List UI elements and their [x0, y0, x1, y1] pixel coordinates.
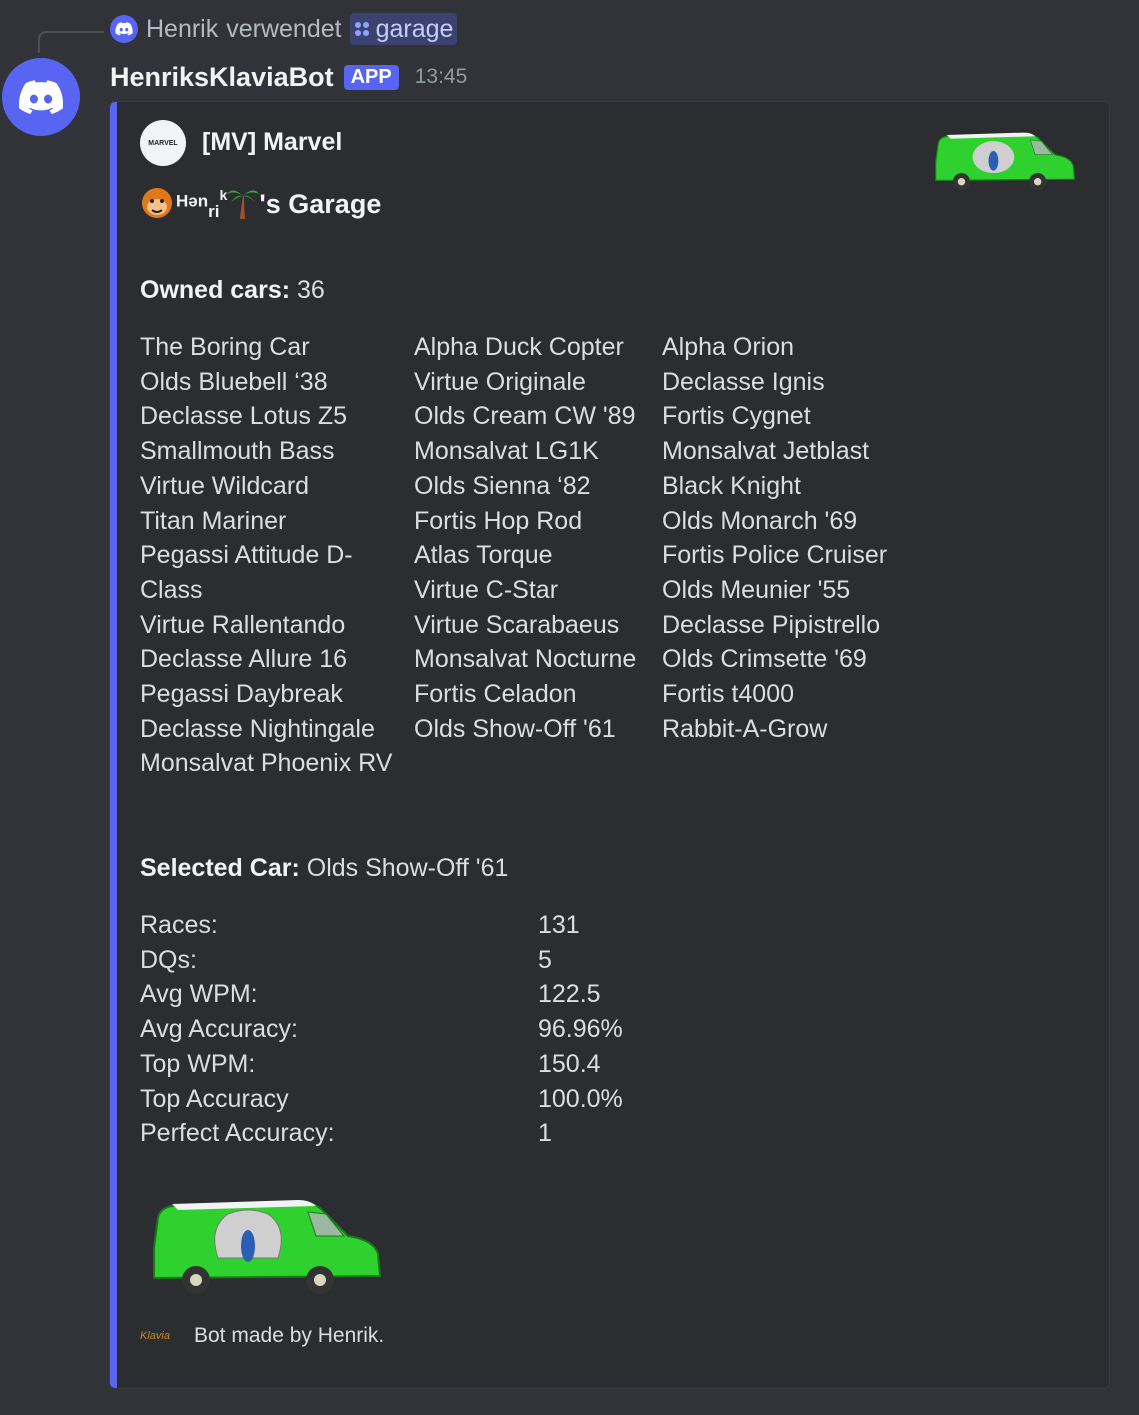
- garage-embed: MARVEL [MV] Marvel Hənrik 's Garage Owne…: [109, 101, 1110, 1389]
- van-car-image[interactable]: [148, 1188, 384, 1298]
- slash-command-chip[interactable]: garage: [349, 13, 458, 45]
- list-item: Declasse Allure 16: [140, 645, 348, 674]
- list-item: Olds Meunier '55: [662, 575, 851, 604]
- title-sup: k: [219, 188, 228, 205]
- embed-author: [MV] Marvel: [202, 128, 343, 156]
- footer-text: Bot made by Henrik.: [194, 1324, 385, 1347]
- stat-label: DQs:: [140, 945, 197, 974]
- stat-value: 96.96%: [538, 1015, 623, 1044]
- stat-row: Races: 131: [140, 908, 623, 943]
- selected-car-line: Selected Car: Olds Show-Off '61: [140, 854, 508, 883]
- list-item: Fortis Police Cruiser: [662, 541, 888, 570]
- stat-label: Top WPM:: [140, 1049, 256, 1078]
- list-item: Fortis Hop Rod: [414, 506, 583, 535]
- title-prefix: Hən: [176, 192, 209, 211]
- stat-label: Top Accuracy: [140, 1084, 289, 1113]
- list-item: Declasse Nightingale: [140, 714, 375, 743]
- car-column-3: Alpha Orion Declasse Ignis Fortis Cygnet…: [662, 330, 922, 781]
- list-item: Monsalvat Nocturne: [414, 645, 637, 674]
- reply-verb: verwendet: [226, 14, 342, 43]
- stat-value: 5: [538, 945, 552, 974]
- author-icon: MARVEL: [140, 120, 186, 166]
- app-command-icon: [354, 22, 369, 36]
- list-item: Atlas Torque: [414, 541, 553, 570]
- discord-icon[interactable]: [110, 15, 138, 43]
- stat-value: 122.5: [538, 980, 601, 1009]
- list-item: Fortis Cygnet: [662, 402, 811, 431]
- stat-value: 100.0%: [538, 1084, 623, 1113]
- list-item: Olds Show-Off '61: [414, 714, 616, 743]
- embed-color-bar: [110, 102, 117, 1388]
- list-item: Virtue Rallentando: [140, 610, 346, 639]
- list-item: Alpha Orion: [662, 333, 795, 361]
- command-name: garage: [375, 14, 454, 43]
- stat-row: Perfect Accuracy: 1: [140, 1116, 623, 1151]
- car-column-2: Alpha Duck Copter Virtue Originale Olds …: [414, 330, 662, 781]
- list-item: Pegassi Attitude D-Class: [140, 541, 353, 604]
- selected-car-name: Olds Show-Off '61: [306, 854, 509, 882]
- list-item: Titan Mariner: [140, 506, 287, 535]
- owned-label: Owned cars:: [140, 276, 291, 304]
- owned-count: 36: [297, 276, 325, 304]
- stat-value: 1: [538, 1119, 552, 1148]
- message-header: HenriksKlaviaBot APP 13:45: [110, 58, 467, 96]
- stat-row: Top WPM: 150.4: [140, 1047, 623, 1082]
- car-list: The Boring Car Olds Bluebell ‘38 Declass…: [140, 330, 922, 781]
- list-item: Monsalvat Phoenix RV: [140, 749, 393, 778]
- van-thumbnail-image[interactable]: [932, 124, 1077, 194]
- list-item: Smallmouth Bass: [140, 437, 335, 466]
- list-item: Olds Crimsette '69: [662, 645, 867, 674]
- title-fancy-name: Hənrik: [176, 188, 228, 221]
- list-item: Fortis Celadon: [414, 680, 577, 709]
- list-item: Virtue Wildcard: [140, 471, 310, 500]
- klavia-logo-icon: Klavia: [140, 1330, 170, 1342]
- command-reply-header: Henrik verwendet garage: [110, 12, 458, 46]
- list-item: Black Knight: [662, 471, 801, 500]
- palm-tree-emoji-icon: [227, 190, 260, 219]
- list-item: Olds Cream CW '89: [414, 402, 636, 431]
- reply-connector-line: [38, 31, 104, 53]
- list-item: Olds Monarch '69: [662, 506, 858, 535]
- list-item: Virtue C-Star: [414, 575, 559, 604]
- selected-label: Selected Car:: [140, 854, 300, 882]
- stat-label: Races:: [140, 911, 218, 939]
- stat-value: 131: [538, 911, 580, 939]
- monkey-emoji-icon: [142, 188, 172, 218]
- stat-value: 150.4: [538, 1049, 601, 1078]
- list-item: Declasse Pipistrello: [662, 610, 881, 639]
- list-item: Fortis t4000: [662, 680, 795, 709]
- owned-cars-line: Owned cars: 36: [140, 276, 325, 305]
- title-suffix: 's Garage: [259, 189, 382, 219]
- list-item: Virtue Originale: [414, 367, 586, 396]
- bot-avatar[interactable]: [2, 58, 80, 136]
- stat-row: Top Accuracy 100.0%: [140, 1082, 623, 1117]
- stat-row: Avg Accuracy: 96.96%: [140, 1012, 623, 1047]
- list-item: Alpha Duck Copter: [414, 333, 624, 361]
- list-item: Olds Sienna ‘82: [414, 471, 591, 500]
- discord-logo-icon: [18, 79, 64, 114]
- app-badge: APP: [343, 64, 399, 90]
- list-item: Declasse Ignis: [662, 367, 825, 396]
- reply-username[interactable]: Henrik: [146, 15, 218, 44]
- list-item: Virtue Scarabaeus: [414, 610, 620, 639]
- list-item: The Boring Car: [140, 333, 310, 361]
- message-timestamp[interactable]: 13:45: [415, 65, 468, 89]
- list-item: Monsalvat LG1K: [414, 437, 599, 466]
- bot-username[interactable]: HenriksKlaviaBot: [110, 62, 334, 93]
- list-item: Monsalvat Jetblast: [662, 437, 870, 466]
- embed-footer: Klavia Bot made by Henrik.: [140, 1324, 384, 1348]
- stat-row: DQs: 5: [140, 943, 623, 978]
- stat-label: Avg Accuracy:: [140, 1015, 298, 1044]
- stat-row: Avg WPM: 122.5: [140, 977, 623, 1012]
- stat-label: Avg WPM:: [140, 980, 258, 1009]
- list-item: Olds Bluebell ‘38: [140, 367, 328, 396]
- list-item: Pegassi Daybreak: [140, 680, 343, 709]
- car-stats: Races: 131 DQs: 5 Avg WPM: 122.5 Avg Accura…: [140, 908, 623, 1151]
- list-item: Declasse Lotus Z5: [140, 402, 348, 431]
- car-column-1: The Boring Car Olds Bluebell ‘38 Declass…: [140, 330, 414, 781]
- stat-label: Perfect Accuracy:: [140, 1119, 335, 1148]
- embed-title: Hənrik 's Garage: [140, 184, 382, 221]
- list-item: Rabbit-A-Grow: [662, 714, 828, 743]
- title-sub: ri: [208, 202, 220, 221]
